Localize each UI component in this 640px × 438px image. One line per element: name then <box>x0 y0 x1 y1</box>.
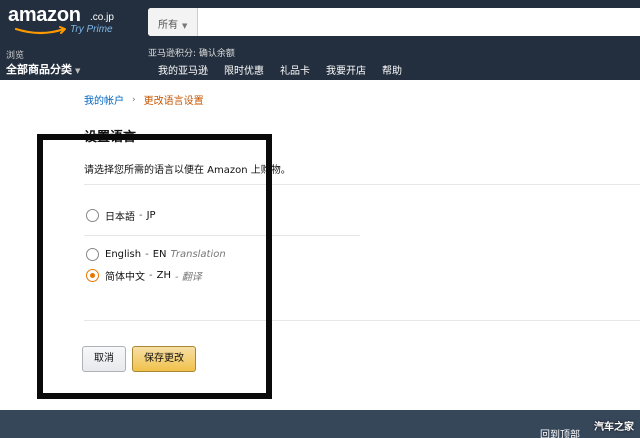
search-input[interactable] <box>198 8 640 36</box>
all-categories-menu[interactable]: 全部商品分类 ▼ <box>6 61 80 77</box>
nav-sell[interactable]: 我要开店 <box>326 62 366 77</box>
language-separator: - <box>145 249 149 260</box>
cancel-button[interactable]: 取消 <box>82 346 126 372</box>
try-prime-link[interactable]: Try Prime <box>70 24 113 35</box>
breadcrumb-separator: › <box>132 94 136 105</box>
language-name: English <box>105 249 142 260</box>
nav-gift-cards[interactable]: 礼品卡 <box>280 62 310 77</box>
search-category-label: 所有 <box>158 20 178 31</box>
breadcrumb-current: 更改语言设置 <box>143 96 204 107</box>
divider <box>84 235 360 236</box>
language-separator: - <box>149 270 153 281</box>
breadcrumb-account-link[interactable]: 我的帐户 <box>84 92 124 107</box>
language-name: 简体中文 <box>105 272 145 283</box>
language-option-en[interactable]: English - EN Translation <box>86 248 226 261</box>
back-to-top-link[interactable]: 回到顶部 <box>540 426 580 438</box>
language-separator: - <box>139 210 143 221</box>
divider <box>84 184 640 185</box>
search-category-dropdown[interactable]: 所有 ▼ <box>148 8 198 36</box>
language-name: 日本語 <box>105 212 135 223</box>
nav-help[interactable]: 帮助 <box>382 62 402 77</box>
logo-domain: .co.jp <box>90 12 114 23</box>
language-translation: - 翻译 <box>174 272 202 283</box>
save-changes-button[interactable]: 保存更改 <box>132 346 196 372</box>
main-nav: 我的亚马逊 限时优惠 礼品卡 我要开店 帮助 <box>158 62 402 77</box>
top-header: amazon .co.jp Try Prime 所有 ▼ 浏览 全部商品分类 ▼ 亚… <box>0 0 640 80</box>
smile-arrow-icon <box>14 26 66 35</box>
language-code: JP <box>146 210 156 221</box>
language-option-zh[interactable]: 简体中文 - ZH - 翻译 <box>86 268 202 283</box>
watermark: 汽车之家 <box>594 422 634 433</box>
breadcrumb: 我的帐户 › 更改语言设置 <box>84 92 204 108</box>
browse-label: 浏览 <box>6 51 25 61</box>
nav-deals[interactable]: 限时优惠 <box>224 62 264 77</box>
divider <box>84 320 640 321</box>
radio-button[interactable] <box>86 209 99 222</box>
language-translation: Translation <box>170 249 226 260</box>
search-bar: 所有 ▼ <box>148 8 640 36</box>
nav-my-amazon[interactable]: 我的亚马逊 <box>158 62 208 77</box>
language-code: ZH <box>156 270 171 281</box>
points-balance-link[interactable]: 亚马逊积分: 确认余额 <box>148 46 235 59</box>
page-title: 设置语言 <box>84 130 137 145</box>
all-categories-label: 全部商品分类 <box>6 63 72 76</box>
caret-down-icon: ▼ <box>182 22 188 30</box>
amazon-logo[interactable]: amazon .co.jp Try Prime <box>8 4 138 38</box>
language-code: EN <box>152 249 167 260</box>
language-description: 请选择您所需的语言以便在 Amazon 上购物。 <box>84 165 291 176</box>
caret-down-icon: ▼ <box>75 67 81 75</box>
radio-button-selected[interactable] <box>86 269 99 282</box>
radio-button[interactable] <box>86 248 99 261</box>
language-option-ja[interactable]: 日本語 - JP <box>86 208 156 223</box>
